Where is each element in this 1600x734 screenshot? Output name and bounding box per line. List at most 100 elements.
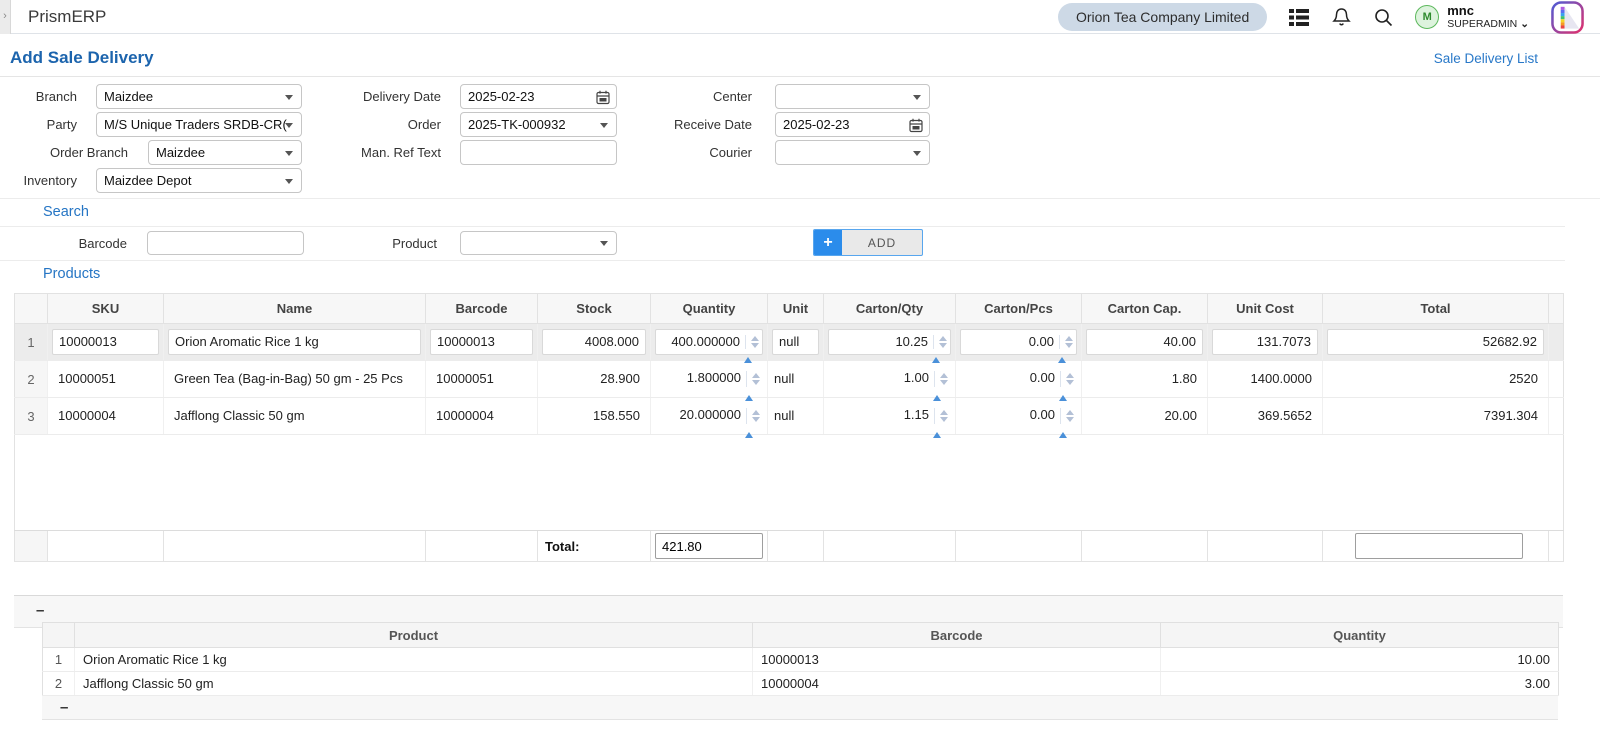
product-label: Product	[392, 236, 437, 251]
add-product-button[interactable]: + ADD	[813, 229, 923, 256]
stepper-arrows-icon[interactable]	[1065, 336, 1073, 348]
sku-cell[interactable]: 10000004	[48, 398, 163, 434]
avatar: M	[1415, 5, 1440, 29]
stock-cell[interactable]: 28.900	[538, 361, 650, 397]
barcode-cell-input[interactable]: 10000013	[430, 329, 533, 355]
barcode-cell[interactable]: 10000004	[426, 398, 537, 434]
receive-date-label: Receive Date	[673, 117, 752, 132]
products-section-heading: Products	[43, 266, 101, 282]
summary-table-footer: –	[42, 696, 1558, 720]
sidebar-toggle[interactable]: ›	[0, 0, 11, 34]
total-cell[interactable]: 7391.304	[1323, 398, 1548, 434]
stepper-arrows-icon[interactable]	[752, 373, 760, 385]
calendar-icon[interactable]	[909, 118, 923, 133]
summary-header-row: Product Barcode Quantity	[42, 622, 1559, 648]
order-branch-label: Order Branch	[49, 145, 128, 160]
carton-qty-stepper[interactable]: 1.15	[828, 403, 951, 438]
delivery-date-input[interactable]: 2025-02-23	[460, 84, 617, 109]
sku-input[interactable]: 10000013	[52, 329, 159, 355]
total-input[interactable]: 52682.92	[1327, 329, 1544, 355]
carton-cap-input[interactable]: 40.00	[1086, 329, 1203, 355]
row-index: 3	[14, 397, 48, 435]
barcode-cell[interactable]: 10000051	[426, 361, 537, 397]
barcode-cell[interactable]: 10000013	[752, 647, 1161, 672]
stepper-arrows-icon[interactable]	[939, 336, 947, 348]
courier-select[interactable]	[775, 140, 930, 165]
unit-cell[interactable]: null	[768, 361, 823, 397]
quantity-stepper[interactable]: 1.800000	[655, 366, 763, 401]
delivery-form: Branch Maizdee Party M/S Unique Traders …	[0, 77, 1600, 199]
carton-pcs-stepper[interactable]: 0.00	[960, 403, 1077, 438]
calendar-icon[interactable]	[596, 90, 610, 105]
stock-cell[interactable]: 158.550	[538, 398, 650, 434]
stepper-arrows-icon[interactable]	[940, 373, 948, 385]
product-cell[interactable]: Jafflong Classic 50 gm	[74, 671, 753, 696]
total-amount-input[interactable]	[1355, 533, 1523, 559]
stepper-arrows-icon[interactable]	[1066, 410, 1074, 422]
carton-pcs-stepper[interactable]: 0.00	[960, 329, 1077, 363]
barcode-cell[interactable]: 10000004	[752, 671, 1161, 696]
carton-cap-cell[interactable]: 1.80	[1082, 361, 1207, 397]
name-input[interactable]: Orion Aromatic Rice 1 kg	[168, 329, 421, 355]
table-row: 1 Orion Aromatic Rice 1 kg 10000013 10.0…	[42, 647, 1559, 672]
quantity-cell[interactable]: 3.00	[1160, 671, 1559, 696]
user-menu[interactable]: M mnc SUPERADMIN ⌄	[1415, 3, 1529, 31]
table-row: 3 10000004 Jafflong Classic 50 gm 100000…	[14, 397, 1564, 438]
quantity-stepper[interactable]: 400.000000	[655, 329, 763, 363]
name-cell[interactable]: Jafflong Classic 50 gm	[164, 398, 425, 434]
col-stock: Stock	[537, 293, 651, 324]
sale-delivery-list-link[interactable]: Sale Delivery List	[1434, 51, 1538, 66]
center-select[interactable]	[775, 84, 930, 109]
order-branch-select[interactable]: Maizdee	[148, 140, 302, 165]
inventory-select[interactable]: Maizdee Depot	[96, 168, 302, 193]
order-select[interactable]: 2025-TK-000932	[460, 112, 617, 137]
product-cell[interactable]: Orion Aromatic Rice 1 kg	[74, 647, 753, 672]
change-marker-icon	[745, 432, 753, 438]
quantity-cell[interactable]: 10.00	[1160, 647, 1559, 672]
collapse-button[interactable]: –	[60, 700, 68, 715]
carton-qty-stepper[interactable]: 10.25	[828, 329, 951, 363]
bell-icon[interactable]	[1331, 7, 1351, 27]
search-icon[interactable]	[1373, 7, 1393, 27]
product-search-select[interactable]	[460, 231, 617, 255]
branch-select[interactable]: Maizdee	[96, 84, 302, 109]
man-ref-text-input[interactable]	[460, 140, 617, 165]
sku-cell[interactable]: 10000051	[48, 361, 163, 397]
col-barcode: Barcode	[425, 293, 538, 324]
change-marker-icon	[1058, 357, 1066, 363]
chevron-down-icon	[285, 95, 293, 100]
row-index: 1	[14, 323, 48, 361]
barcode-search-input[interactable]	[147, 231, 304, 255]
list-icon[interactable]	[1289, 7, 1310, 27]
stock-input[interactable]: 4008.000	[542, 329, 646, 355]
unit-cost-cell[interactable]: 369.5652	[1208, 398, 1322, 434]
receive-date-input[interactable]: 2025-02-23	[775, 112, 930, 137]
stepper-arrows-icon[interactable]	[752, 410, 760, 422]
total-cell[interactable]: 2520	[1323, 361, 1548, 397]
prism-logo-icon[interactable]	[1551, 0, 1584, 34]
total-quantity-input[interactable]	[655, 533, 763, 559]
name-cell[interactable]: Green Tea (Bag-in-Bag) 50 gm - 25 Pcs	[164, 361, 425, 397]
row-index: 2	[42, 671, 75, 696]
row-index: 1	[42, 647, 75, 672]
stepper-arrows-icon[interactable]	[940, 410, 948, 422]
stepper-arrows-icon[interactable]	[751, 336, 759, 348]
unit-input[interactable]: null	[772, 329, 819, 355]
carton-cap-cell[interactable]: 20.00	[1082, 398, 1207, 434]
col-unit-cost: Unit Cost	[1207, 293, 1323, 324]
col-index	[14, 293, 48, 324]
unit-cost-cell[interactable]: 1400.0000	[1208, 361, 1322, 397]
party-select[interactable]: M/S Unique Traders SRDB-CR(	[96, 112, 302, 137]
page-title: Add Sale Delivery	[10, 48, 154, 67]
branch-label: Branch	[35, 89, 77, 104]
quantity-stepper[interactable]: 20.000000	[655, 403, 763, 438]
plus-icon: +	[814, 230, 842, 255]
stepper-arrows-icon[interactable]	[1066, 373, 1074, 385]
carton-qty-stepper[interactable]: 1.00	[828, 366, 951, 401]
collapse-button[interactable]: –	[36, 603, 44, 618]
unit-cost-input[interactable]: 131.7073	[1212, 329, 1318, 355]
company-selector-button[interactable]: Orion Tea Company Limited	[1057, 3, 1268, 31]
unit-cell[interactable]: null	[768, 398, 823, 434]
carton-pcs-stepper[interactable]: 0.00	[960, 366, 1077, 401]
user-role: SUPERADMIN ⌄	[1447, 17, 1529, 30]
